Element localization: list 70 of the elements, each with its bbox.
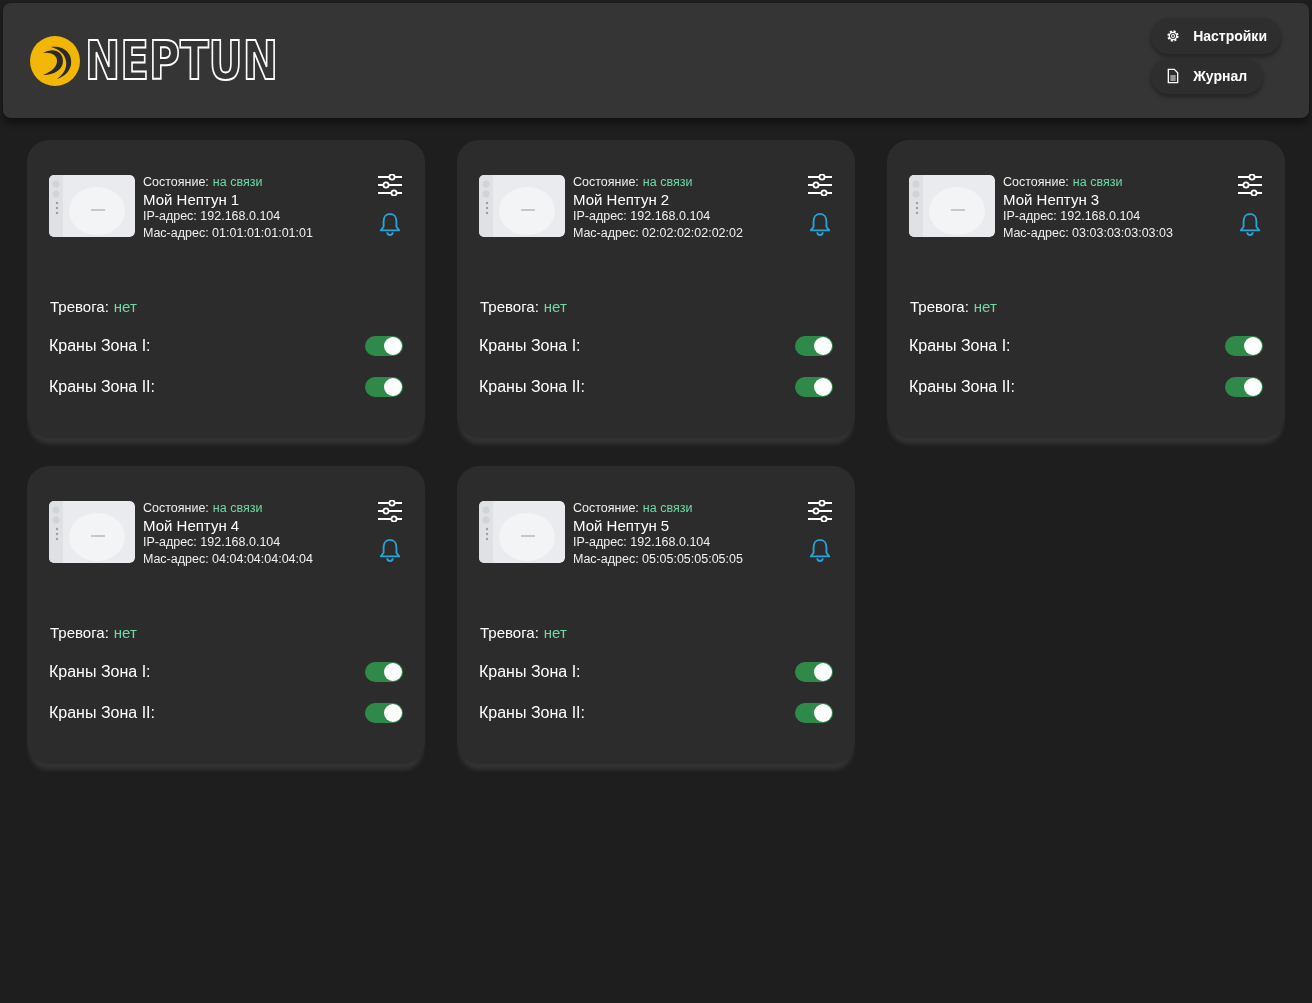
ip-address: IP-адрес: 192.168.0.104 xyxy=(143,534,282,551)
status-value: на связи xyxy=(212,174,263,191)
valve-label: Краны Зона II: xyxy=(49,378,155,396)
ip-address: IP-адрес: 192.168.0.104 xyxy=(1003,208,1142,225)
header-button[interactable]: Настройки xyxy=(1151,18,1281,54)
ip-address: IP-адрес: 192.168.0.104 xyxy=(143,208,282,225)
mac-address: Mac-адрес: 02:02:02:02:02:02 xyxy=(573,225,744,242)
settings-icon xyxy=(1165,28,1182,44)
valve-label: Краны Зона I: xyxy=(49,337,151,355)
toggle-switch[interactable] xyxy=(795,377,833,397)
valve-label: Краны Зона II: xyxy=(49,704,155,722)
mac-address: Mac-адрес: 05:05:05:05:05:05 xyxy=(573,551,744,568)
sliders-icon[interactable] xyxy=(807,174,833,196)
valve-label: Краны Зона II: xyxy=(909,378,1015,396)
valve-label: Краны Зона I: xyxy=(479,663,581,681)
alarm-label: Тревога: xyxy=(50,624,109,641)
device-name: Мой Нептун 2 xyxy=(573,191,671,208)
alarm-value: нет xyxy=(113,624,137,641)
status-label: Состояние: xyxy=(573,174,639,191)
toggle-switch[interactable] xyxy=(795,703,833,723)
ip-address: IP-адрес: 192.168.0.104 xyxy=(573,534,712,551)
sliders-icon[interactable] xyxy=(377,500,403,522)
toggle-switch[interactable] xyxy=(1225,336,1263,356)
device-name: Мой Нептун 5 xyxy=(573,517,671,534)
toggle-switch[interactable] xyxy=(365,662,403,682)
device-name: Мой Нептун 3 xyxy=(1003,191,1101,208)
alarm-label: Тревога: xyxy=(480,298,539,315)
sliders-icon[interactable] xyxy=(1237,174,1263,196)
sliders-icon[interactable] xyxy=(807,500,833,522)
valve-label: Краны Зона I: xyxy=(49,663,151,681)
alarm-value: нет xyxy=(543,298,567,315)
status-label: Состояние: xyxy=(1003,174,1069,191)
mac-address: Mac-адрес: 04:04:04:04:04:04 xyxy=(143,551,314,568)
status-label: Состояние: xyxy=(143,500,209,517)
logo-text: NEPTUN xyxy=(85,33,279,89)
bell-icon[interactable] xyxy=(1239,212,1261,236)
status-value: на связи xyxy=(642,174,693,191)
toggle-switch[interactable] xyxy=(365,336,403,356)
bell-icon[interactable] xyxy=(379,538,401,562)
bell-icon[interactable] xyxy=(809,538,831,562)
valve-label: Краны Зона I: xyxy=(479,337,581,355)
toggle-switch[interactable] xyxy=(365,377,403,397)
alarm-value: нет xyxy=(543,624,567,641)
toggle-switch[interactable] xyxy=(365,703,403,723)
status-value: на связи xyxy=(1072,174,1123,191)
bell-icon[interactable] xyxy=(809,212,831,236)
toggle-switch[interactable] xyxy=(795,662,833,682)
valve-label: Краны Зона II: xyxy=(479,378,585,396)
device-name: Мой Нептун 1 xyxy=(143,191,241,208)
bell-icon[interactable] xyxy=(379,212,401,236)
status-value: на связи xyxy=(642,500,693,517)
alarm-label: Тревога: xyxy=(910,298,969,315)
status-label: Состояние: xyxy=(573,500,639,517)
logo-icon xyxy=(29,35,81,87)
alarm-value: нет xyxy=(973,298,997,315)
alarm-label: Тревога: xyxy=(480,624,539,641)
valve-label: Краны Зона I: xyxy=(909,337,1011,355)
status-label: Состояние: xyxy=(143,174,209,191)
ip-address: IP-адрес: 192.168.0.104 xyxy=(573,208,712,225)
alarm-value: нет xyxy=(113,298,137,315)
header-button[interactable]: Журнал xyxy=(1151,58,1264,94)
sliders-icon[interactable] xyxy=(377,174,403,196)
status-value: на связи xyxy=(212,500,263,517)
valve-label: Краны Зона II: xyxy=(479,704,585,722)
mac-address: Mac-адрес: 03:03:03:03:03:03 xyxy=(1003,225,1174,242)
toggle-switch[interactable] xyxy=(795,336,833,356)
device-name: Мой Нептун 4 xyxy=(143,517,241,534)
mac-address: Mac-адрес: 01:01:01:01:01:01 xyxy=(143,225,314,242)
alarm-label: Тревога: xyxy=(50,298,109,315)
toggle-switch[interactable] xyxy=(1225,377,1263,397)
